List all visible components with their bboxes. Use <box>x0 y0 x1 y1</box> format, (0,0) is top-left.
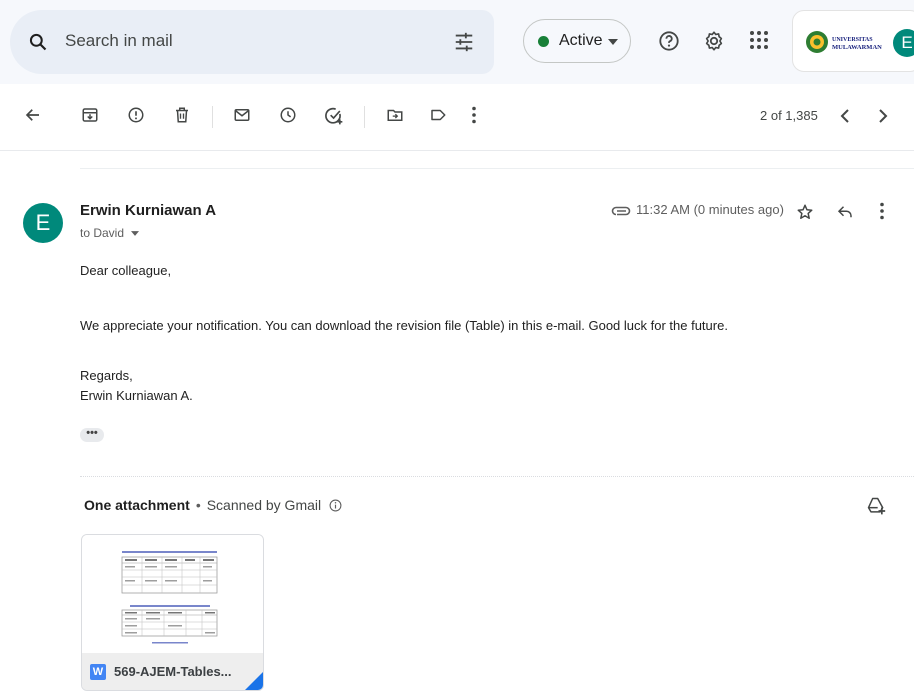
attachments-title: One attachment <box>84 497 190 513</box>
attachments-header: One attachment • Scanned by Gmail <box>84 497 342 513</box>
account-avatar[interactable]: E <box>893 29 914 57</box>
svg-text:MULAWARMAN: MULAWARMAN <box>832 44 882 51</box>
back-arrow-icon[interactable] <box>24 106 42 124</box>
attachment-footer: W 569-AJEM-Tables... <box>82 653 263 690</box>
message-body: We appreciate your notification. You can… <box>80 318 728 333</box>
chevron-down-icon <box>608 39 618 45</box>
star-icon[interactable] <box>796 203 814 221</box>
tune-icon[interactable] <box>453 31 475 53</box>
search-box[interactable] <box>10 10 494 74</box>
mark-unread-icon[interactable] <box>233 106 251 124</box>
svg-text:UNIVERSITAS: UNIVERSITAS <box>832 37 873 43</box>
separator-dot: • <box>195 497 201 513</box>
more-vert-icon[interactable] <box>878 202 886 220</box>
attachment-card[interactable]: W 569-AJEM-Tables... <box>81 534 264 691</box>
status-dot <box>538 36 549 47</box>
recipient-details[interactable]: to David <box>80 226 140 240</box>
snooze-icon[interactable] <box>279 106 297 124</box>
message-closing: Regards, <box>80 368 133 383</box>
more-vert-icon[interactable] <box>470 106 478 124</box>
toolbar-divider <box>212 106 213 128</box>
add-to-tasks-icon[interactable] <box>324 106 344 126</box>
move-to-icon[interactable] <box>386 106 404 124</box>
archive-icon[interactable] <box>81 106 99 124</box>
top-bar: Active UNIVERSITAS MULAWARMAN E <box>0 0 914 84</box>
sender-name[interactable]: Erwin Kurniawan A <box>80 202 216 219</box>
chevron-left-icon[interactable] <box>840 109 850 123</box>
org-logo: UNIVERSITAS MULAWARMAN <box>806 31 882 53</box>
divider <box>80 168 914 169</box>
document-preview-image <box>121 551 218 644</box>
settings-icon[interactable] <box>703 30 725 52</box>
search-icon[interactable] <box>28 32 48 52</box>
chevron-right-icon[interactable] <box>878 109 888 123</box>
info-icon[interactable] <box>329 499 342 512</box>
attachment-thumbnail <box>82 535 263 653</box>
search-input[interactable] <box>65 31 425 51</box>
message-toolbar: 2 of 1,385 <box>0 84 914 151</box>
apps-grid-icon[interactable] <box>749 30 769 50</box>
corner-fold-icon <box>245 672 263 690</box>
message-view: E Erwin Kurniawan A to David 11:32 AM (0… <box>0 150 914 693</box>
help-icon[interactable] <box>658 30 680 52</box>
message-greeting: Dear colleague, <box>80 263 172 278</box>
attachments-divider <box>80 476 914 477</box>
message-signature: Erwin Kurniawan A. <box>80 388 193 403</box>
account-chip[interactable]: UNIVERSITAS MULAWARMAN E <box>792 10 914 72</box>
delete-icon[interactable] <box>173 106 191 124</box>
sender-avatar[interactable]: E <box>23 203 63 243</box>
show-trimmed-content-button[interactable]: ••• <box>80 428 104 442</box>
report-spam-icon[interactable] <box>127 106 145 124</box>
toolbar-divider <box>364 106 365 128</box>
scanned-label: Scanned by Gmail <box>206 497 322 513</box>
status-label: Active <box>559 32 603 49</box>
word-file-icon: W <box>90 664 106 680</box>
recipient-label: to David <box>80 226 125 240</box>
label-icon[interactable] <box>429 106 447 124</box>
status-chip[interactable]: Active <box>523 19 631 63</box>
message-timestamp: 11:32 AM (0 minutes ago) <box>636 202 784 217</box>
reply-icon[interactable] <box>836 203 854 221</box>
attachment-clip-icon <box>611 206 631 216</box>
add-to-drive-icon[interactable] <box>866 496 886 516</box>
pager-count: 2 of 1,385 <box>760 108 818 123</box>
attachment-filename: 569-AJEM-Tables... <box>114 664 232 679</box>
chevron-down-icon[interactable] <box>131 231 140 237</box>
